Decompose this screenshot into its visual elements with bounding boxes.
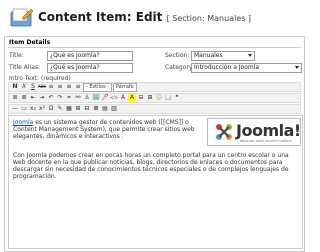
anchor-button[interactable]: ⚓ <box>83 94 91 102</box>
category-select[interactable]: Introducción a Joomla <box>191 63 302 73</box>
image-button[interactable]: 🖼 <box>92 94 100 102</box>
editor-paragraph-2: Con Joomla podemos crear en pocas horas … <box>13 152 289 180</box>
indent-button[interactable]: ⇥ <box>38 94 46 102</box>
bold-button[interactable]: N <box>11 83 19 91</box>
editor-toolbar-row-1: N X S ABC ≡ ≡ ≡ ≡ - Estilos - Párrafo <box>8 82 301 92</box>
outdent-button[interactable]: ⇤ <box>29 94 37 102</box>
section-select[interactable]: Manuales <box>191 51 255 61</box>
numbered-list-button[interactable]: ≣ <box>20 94 28 102</box>
underline-button[interactable]: S <box>29 83 37 91</box>
emoticon-button[interactable]: ☺ <box>155 94 163 102</box>
intro-text-label: Intro Text: (required) <box>9 75 71 82</box>
category-select-value: Introducción a Joomla <box>194 64 260 71</box>
page-header: Content Item: Edit [ Section: Manuales ] <box>0 0 305 34</box>
insert-table-button[interactable]: ▦ <box>65 105 73 113</box>
delete-col-button[interactable]: ⊠ <box>92 105 100 113</box>
section-select-value: Manuales <box>194 52 223 59</box>
remove-format-button[interactable]: ▭ <box>20 105 28 113</box>
background-color-button[interactable]: A <box>128 94 136 102</box>
superscript-button[interactable]: x² <box>38 105 46 113</box>
format-select[interactable]: Párrafo <box>112 82 137 92</box>
joomla-logo-text: Joomla! <box>236 121 301 140</box>
html-source-button[interactable]: </> <box>110 94 118 102</box>
joomla-logo-icon <box>216 124 232 140</box>
divider <box>8 47 301 48</box>
undo-button[interactable]: ↶ <box>47 94 55 102</box>
media-button[interactable]: 🗔 <box>164 94 172 102</box>
title-alias-input[interactable]: ¿Qué es Joomla? <box>47 63 133 73</box>
joomla-logo-tagline: because open source matters <box>240 139 293 143</box>
link-button[interactable]: ⚭ <box>65 94 73 102</box>
item-details-panel: Item Details Title: ¿Qué es Joomla? Sect… <box>4 36 305 252</box>
section-indicator: [ Section: Manuales ] <box>166 14 252 23</box>
align-justify-button[interactable]: ≡ <box>74 83 82 91</box>
edit-css-button[interactable]: ✎ <box>56 105 64 113</box>
category-label: Category: <box>165 64 194 71</box>
special-char-button[interactable]: Ω <box>47 105 55 113</box>
page-title-text: Content Item: <box>38 10 132 24</box>
strikethrough-button[interactable]: ABC <box>38 83 46 91</box>
blockquote-button[interactable]: ❝ <box>173 94 181 102</box>
merge-cells-button[interactable]: ▥ <box>110 105 118 113</box>
chevron-down-icon <box>248 54 252 57</box>
cleanup-button[interactable]: 🖊 <box>101 94 109 102</box>
chevron-down-icon <box>295 66 299 69</box>
title-label: Title: <box>9 52 24 59</box>
delete-row-button[interactable]: ⊟ <box>83 105 91 113</box>
title-alias-label: Title Alias: <box>9 64 41 71</box>
unlink-button[interactable]: ⚯ <box>74 94 82 102</box>
styles-select[interactable]: - Estilos - <box>83 82 112 92</box>
align-left-button[interactable]: ≡ <box>47 83 55 91</box>
italic-button[interactable]: X <box>20 83 28 91</box>
bullet-list-button[interactable]: ≣ <box>11 94 19 102</box>
page-title: Content Item: Edit [ Section: Manuales ] <box>38 10 251 24</box>
editor-paragraph-1: Joomla es un sistema gestor de contenido… <box>13 119 203 140</box>
table-row-props-button[interactable]: ⊞ <box>74 105 82 113</box>
paragraph-1-text: es un sistema gestor de contenidos web (… <box>13 119 195 140</box>
intro-text-editor[interactable]: Joomla es un sistema gestor de contenido… <box>8 115 303 249</box>
insert-date-button[interactable]: ⊟ <box>137 94 145 102</box>
subscript-button[interactable]: x₂ <box>29 105 37 113</box>
split-cell-button[interactable]: ▤ <box>101 105 109 113</box>
section-label: Section: <box>165 52 190 59</box>
editor-toolbar-row-2: ≣ ≣ ⇤ ⇥ ↶ ↷ ⚭ ⚯ ⚓ 🖼 🖊 </> A A ⊟ ⊞ ☺ 🗔 ❝ <box>8 93 301 103</box>
text-color-button[interactable]: A <box>119 94 127 102</box>
joomla-link[interactable]: Joomla <box>13 119 33 126</box>
page-title-mode: Edit <box>135 10 163 24</box>
joomla-logo-image: Joomla! because open source matters <box>207 118 301 146</box>
align-center-button[interactable]: ≡ <box>56 83 64 91</box>
redo-button[interactable]: ↷ <box>56 94 64 102</box>
insert-time-button[interactable]: ⊞ <box>146 94 154 102</box>
horizontal-rule-button[interactable]: — <box>11 105 19 113</box>
panel-legend: Item Details <box>9 39 51 46</box>
article-edit-icon <box>10 8 34 27</box>
title-input[interactable]: ¿Qué es Joomla? <box>47 51 133 61</box>
editor-toolbar-row-3: — ▭ x₂ x² Ω ✎ ▦ ⊞ ⊟ ⊠ ▤ ▥ <box>8 104 301 114</box>
align-right-button[interactable]: ≡ <box>65 83 73 91</box>
